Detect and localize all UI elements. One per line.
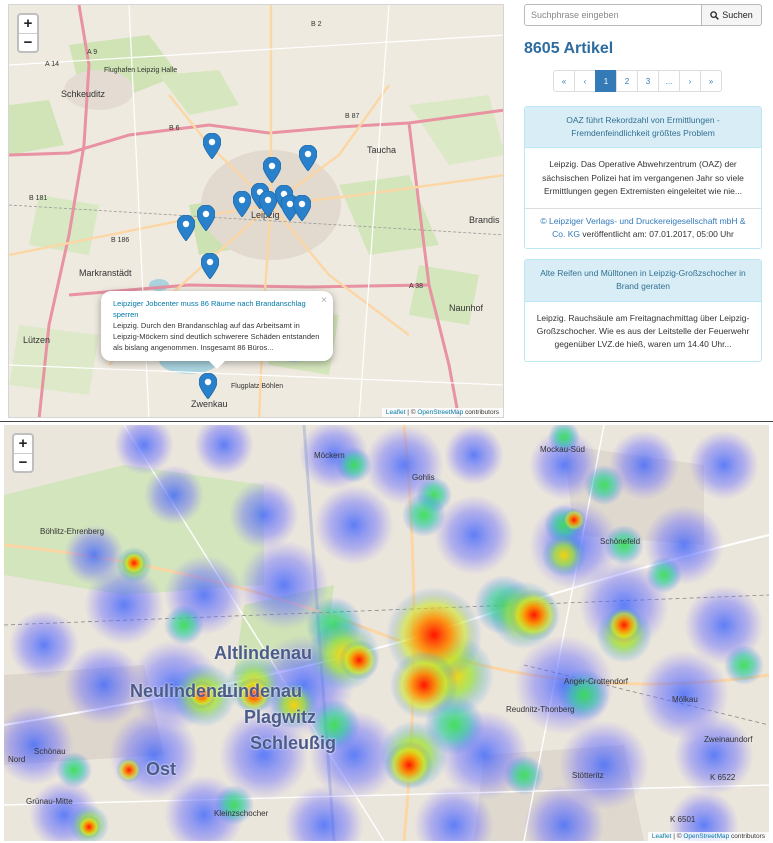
pagination: « ‹ 1 2 3 ... › » <box>553 70 762 92</box>
popup-text: Leipzig. Durch den Brandanschlag auf das… <box>113 320 320 352</box>
article-card: OAZ führt Rekordzahl von Ermittlungen - … <box>524 106 762 250</box>
page-last-button[interactable]: » <box>700 70 722 92</box>
page-next-button[interactable]: › <box>679 70 701 92</box>
map-label-naunhof: Naunhof <box>449 303 484 313</box>
map-label-flughafen: Flughafen Leipzig Halle <box>104 67 178 74</box>
district-label-lindenau: Lindenau <box>222 681 302 701</box>
article-title-link[interactable]: Alte Reifen und Mülltonen in Leipzig-Gro… <box>525 260 761 301</box>
screenshot-root: + − Flughafen Leipzig Halle Schkeuditz T… <box>0 0 773 843</box>
page-2-button[interactable]: 2 <box>616 70 638 92</box>
map-label-anger: Anger-Crottendorf <box>564 677 629 686</box>
heatmap-zoom-out-button[interactable]: − <box>14 453 32 471</box>
attribution-separator: | © <box>405 409 418 416</box>
article-footer: © Leipziger Verlags- und Druckereigesell… <box>525 207 761 249</box>
search-bar: Suchen <box>524 4 762 26</box>
map-label-mockau-sued: Mockau-Süd <box>540 445 585 454</box>
road-label-a38: A 38 <box>409 283 424 290</box>
map-label-stoetteritz: Stötteritz <box>572 771 604 780</box>
popup-tip <box>209 361 225 370</box>
map-label-moelkau: Mölkau <box>672 695 698 704</box>
marker-map[interactable]: + − Flughafen Leipzig Halle Schkeuditz T… <box>8 4 504 418</box>
search-button-label: Suchen <box>722 10 753 20</box>
page-first-button[interactable]: « <box>553 70 575 92</box>
results-panel: Suchen 8605 Artikel « ‹ 1 2 3 ... › » OA… <box>524 4 762 420</box>
article-teaser: Leipzig. Das Operative Abwehrzentrum (OA… <box>525 147 761 208</box>
map-label-zweinaundorf: Zweinaundorf <box>704 735 753 744</box>
map-marker-icon[interactable] <box>199 373 217 399</box>
road-label-a14: A 14 <box>45 61 60 68</box>
road-label-k6501: K 6501 <box>670 815 696 824</box>
map-label-markranstaedt: Markranstädt <box>79 268 132 278</box>
road-label-b6: B 6 <box>169 125 180 132</box>
map-label-schkeuditz: Schkeuditz <box>61 89 106 99</box>
road-label-b181: B 181 <box>29 195 48 202</box>
map-label-moeckern: Möckern <box>314 451 345 460</box>
heatmap-zoom-control: + − <box>12 433 34 473</box>
heatmap-zoom-in-button[interactable]: + <box>14 435 32 453</box>
search-input[interactable] <box>524 4 702 26</box>
map-label-nord: Nord <box>8 755 26 764</box>
attribution-contributors: contributors <box>729 833 765 840</box>
page-3-button[interactable]: 3 <box>637 70 659 92</box>
map-label-boehlitz: Böhlitz-Ehrenberg <box>40 527 105 536</box>
map-label-reudnitz: Reudnitz-Thonberg <box>506 705 575 714</box>
result-count: 8605 Artikel <box>524 40 614 57</box>
map-label-taucha: Taucha <box>367 145 397 155</box>
heatmap-attribution: Leaflet | © OpenStreetMap contributors <box>647 832 769 841</box>
map-label-luetzen: Lützen <box>23 335 51 345</box>
article-card: Alte Reifen und Mülltonen in Leipzig-Gro… <box>524 259 762 363</box>
zoom-out-button[interactable]: − <box>19 33 37 51</box>
zoom-in-button[interactable]: + <box>19 15 37 33</box>
heatmap-map[interactable]: + − Altlindenau Neulindenau Lindenau Pla… <box>4 425 769 841</box>
section-divider <box>0 421 773 422</box>
leaflet-link[interactable]: Leaflet <box>386 409 406 416</box>
osm-link[interactable]: OpenStreetMap <box>683 833 729 840</box>
map-label-brandis: Brandis <box>469 215 500 225</box>
page-prev-button[interactable]: ‹ <box>574 70 596 92</box>
map-marker-icon[interactable] <box>201 253 219 279</box>
district-label-altlindenau: Altlindenau <box>214 643 312 663</box>
district-label-schleussig: Schleußig <box>250 733 337 753</box>
zoom-control: + − <box>17 13 39 53</box>
map-marker-icon[interactable] <box>197 205 215 231</box>
map-marker-icon[interactable] <box>299 145 317 171</box>
map-marker-icon[interactable] <box>293 195 311 221</box>
attribution-contributors: contributors <box>463 409 499 416</box>
popup-title-link[interactable]: Leipziger Jobcenter muss 86 Räume nach B… <box>113 299 321 321</box>
heatmap-layer <box>4 425 769 841</box>
osm-link[interactable]: OpenStreetMap <box>417 409 463 416</box>
article-teaser: Leipzig. Rauchsäule am Freitagnachmittag… <box>525 300 761 362</box>
map-label-schoenefeld: Schönefeld <box>600 537 641 546</box>
road-label-k6522: K 6522 <box>710 773 736 782</box>
article-published-date: veröffentlicht am: 07.01.2017, 05:00 Uhr <box>579 229 734 240</box>
map-marker-icon[interactable] <box>233 191 251 217</box>
road-label-b87: B 87 <box>345 113 360 120</box>
map-marker-icon[interactable] <box>263 157 281 183</box>
district-label-plagwitz: Plagwitz <box>244 707 317 727</box>
leaflet-link[interactable]: Leaflet <box>652 833 672 840</box>
map-label-zwenkau: Zwenkau <box>191 399 228 409</box>
popup-close-button[interactable]: × <box>321 294 327 309</box>
road-label-b2: B 2 <box>311 21 322 28</box>
map-label-gohlis: Gohlis <box>412 473 435 482</box>
search-button[interactable]: Suchen <box>702 4 762 26</box>
map-popup: × Leipziger Jobcenter muss 86 Räume nach… <box>101 291 333 370</box>
road-label-b186: B 186 <box>111 237 130 244</box>
page-1-button[interactable]: 1 <box>595 70 617 92</box>
search-icon <box>710 10 720 20</box>
map-marker-icon[interactable] <box>203 133 221 159</box>
article-title-link[interactable]: OAZ führt Rekordzahl von Ermittlungen - … <box>525 107 761 148</box>
attribution-separator: | © <box>671 833 684 840</box>
map-attribution: Leaflet | © OpenStreetMap contributors <box>381 408 503 417</box>
map-marker-icon[interactable] <box>177 215 195 241</box>
map-label-kleinzschocher: Kleinzschocher <box>214 809 269 818</box>
map-label-flugplatz: Flugplatz Böhlen <box>231 383 284 390</box>
map-label-schoenau: Schönau <box>34 747 66 756</box>
district-label-ost: Ost <box>146 759 177 779</box>
map-label-gruenau-mitte: Grünau-Mitte <box>26 797 73 806</box>
page-ellipsis: ... <box>658 70 680 92</box>
top-section: + − Flughafen Leipzig Halle Schkeuditz T… <box>0 0 773 420</box>
road-label-a9: A 9 <box>87 49 98 56</box>
